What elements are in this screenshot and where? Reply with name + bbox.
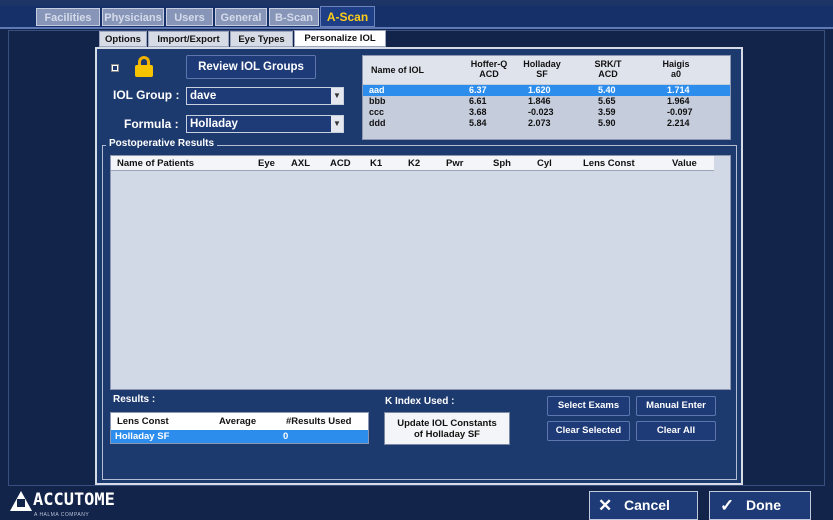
results-col-count: #Results Used	[286, 416, 352, 427]
iol-group-value: dave	[190, 90, 217, 102]
subtab-personalize-iol[interactable]: Personalize IOL	[294, 30, 386, 47]
iol-cell: 3.59	[598, 107, 616, 117]
iol-table-row[interactable]: ddd 5.84 2.073 5.90 2.214	[363, 118, 730, 129]
iol-cell: 1.964	[667, 96, 690, 106]
close-icon: ✕	[598, 496, 613, 515]
iol-cell: 6.37	[469, 85, 487, 95]
logo-name: ACCUTOME	[33, 490, 115, 510]
done-button[interactable]: ✓ Done	[709, 491, 811, 520]
iol-col-holladay: Holladay SF	[523, 59, 561, 79]
done-label: Done	[746, 497, 781, 513]
lock-icon[interactable]	[134, 56, 154, 78]
postoperative-table[interactable]: Name of Patients Eye AXL ACD K1 K2 Pwr S…	[110, 155, 731, 390]
iol-col-name: Name of IOL	[371, 65, 425, 75]
results-count: 0	[283, 431, 289, 442]
results-col-lens-const: Lens Const	[117, 416, 169, 427]
col-sph: Sph	[493, 158, 511, 169]
iol-col-hofferq: Hoffer-Q ACD	[470, 59, 508, 79]
iol-cell: 3.68	[469, 107, 487, 117]
tab-ascan[interactable]: A-Scan	[320, 6, 375, 27]
results-col-average: Average	[219, 416, 257, 427]
iol-cell: aad	[369, 85, 385, 95]
postoperative-scrollbar[interactable]	[714, 156, 730, 389]
iol-cell: -0.097	[667, 107, 693, 117]
accutome-mark-icon	[10, 491, 32, 511]
subtab-options[interactable]: Options	[99, 31, 147, 47]
update-iol-constants-button[interactable]: Update IOL Constants of Holladay SF	[384, 412, 510, 445]
tab-general[interactable]: General	[215, 8, 267, 26]
iol-cell: ccc	[369, 107, 385, 117]
iol-cell: ddd	[369, 118, 386, 128]
review-iol-groups-button[interactable]: Review IOL Groups	[186, 55, 316, 79]
iol-table-row[interactable]: aad 6.37 1.620 5.40 1.714	[363, 85, 730, 96]
iol-cell: 6.61	[469, 96, 487, 106]
postoperative-results-title: Postoperative Results	[106, 138, 218, 149]
col-value: Value	[672, 158, 697, 169]
cancel-button[interactable]: ✕ Cancel	[589, 491, 698, 520]
results-lens-const: Holladay SF	[115, 431, 170, 442]
iol-cell: 1.846	[528, 96, 551, 106]
subtab-eye-types[interactable]: Eye Types	[230, 31, 293, 47]
postoperative-table-header: Name of Patients Eye AXL ACD K1 K2 Pwr S…	[111, 156, 715, 171]
select-exams-button[interactable]: Select Exams	[547, 396, 630, 416]
tab-facilities[interactable]: Facilities	[36, 8, 100, 26]
iol-cell: bbb	[369, 96, 386, 106]
lock-checkbox[interactable]	[111, 64, 119, 72]
tab-divider	[0, 27, 833, 29]
iol-cell: 5.65	[598, 96, 616, 106]
col-k1: K1	[370, 158, 383, 169]
col-pwr: Pwr	[446, 158, 464, 169]
k-index-label: K Index Used :	[385, 396, 455, 407]
iol-cell: 5.40	[598, 85, 616, 95]
iol-cell: 5.90	[598, 118, 616, 128]
col-eye: Eye	[258, 158, 275, 169]
formula-value: Holladay	[190, 118, 238, 130]
results-table: Lens Const Average #Results Used Hollada…	[110, 412, 369, 444]
iol-cell: 1.620	[528, 85, 551, 95]
iol-group-label: IOL Group :	[113, 88, 180, 102]
col-patient-name: Name of Patients	[117, 158, 195, 169]
logo-tagline: A HALMA COMPANY	[34, 512, 90, 518]
iol-cell: 1.714	[667, 85, 690, 95]
checkmark-icon: ✓	[720, 496, 735, 515]
formula-select[interactable]: Holladay ▼	[186, 115, 344, 133]
col-k2: K2	[408, 158, 421, 169]
iol-group-select[interactable]: dave ▼	[186, 87, 344, 105]
results-row[interactable]: Holladay SF 0	[111, 430, 368, 443]
col-lens-const: Lens Const	[583, 158, 635, 169]
tab-bscan[interactable]: B-Scan	[269, 8, 319, 26]
tab-users[interactable]: Users	[166, 8, 213, 26]
iol-table-row[interactable]: bbb 6.61 1.846 5.65 1.964	[363, 96, 730, 107]
iol-table-row[interactable]: ccc 3.68 -0.023 3.59 -0.097	[363, 107, 730, 118]
iol-cell: 2.214	[667, 118, 690, 128]
update-line-1: Update IOL Constants	[397, 418, 497, 429]
formula-label: Formula :	[124, 117, 179, 131]
iol-cell: 5.84	[469, 118, 487, 128]
update-line-2: of Holladay SF	[414, 429, 480, 440]
iol-table-header: Name of IOL Hoffer-Q ACD Holladay SF SRK…	[363, 56, 730, 84]
tab-physicians[interactable]: Physicians	[102, 8, 164, 26]
col-acd: ACD	[330, 158, 351, 169]
results-title: Results :	[113, 394, 156, 405]
clear-all-button[interactable]: Clear All	[636, 421, 716, 441]
chevron-down-icon[interactable]: ▼	[331, 116, 343, 132]
iol-col-haigis: Haigis a0	[662, 59, 690, 79]
iol-table: Name of IOL Hoffer-Q ACD Holladay SF SRK…	[362, 55, 731, 140]
col-cyl: Cyl	[537, 158, 552, 169]
iol-cell: 2.073	[528, 118, 551, 128]
iol-cell: -0.023	[528, 107, 554, 117]
accutome-logo: ACCUTOME A HALMA COMPANY	[10, 490, 145, 520]
subtab-import-export[interactable]: Import/Export	[148, 31, 229, 47]
chevron-down-icon[interactable]: ▼	[331, 88, 343, 104]
col-axl: AXL	[291, 158, 310, 169]
manual-enter-button[interactable]: Manual Enter	[636, 396, 716, 416]
iol-col-srkt: SRK/T ACD	[594, 59, 622, 79]
clear-selected-button[interactable]: Clear Selected	[547, 421, 630, 441]
cancel-label: Cancel	[624, 497, 670, 513]
